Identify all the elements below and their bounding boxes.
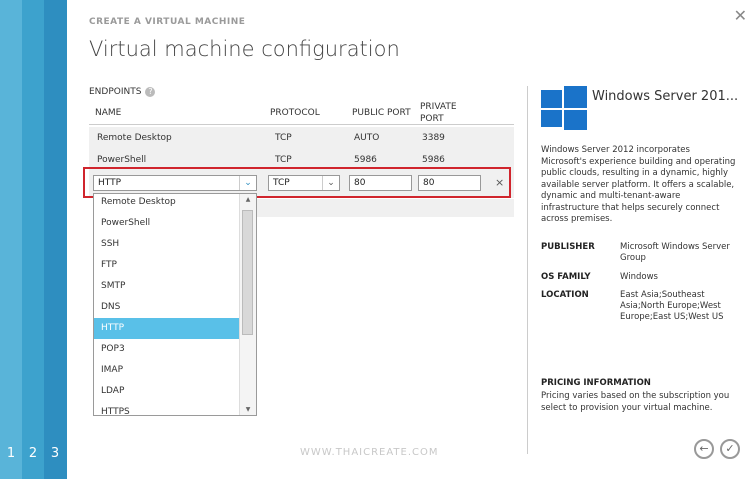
scroll-down-icon[interactable]: ▼ xyxy=(240,406,256,413)
header-divider xyxy=(89,124,514,125)
step-2[interactable]: 2 xyxy=(22,446,44,461)
col-protocol: PROTOCOL xyxy=(270,108,320,118)
back-button[interactable]: ← xyxy=(694,439,714,459)
endpoints-label: ENDPOINTS xyxy=(89,87,142,97)
dropdown-option[interactable]: DNS xyxy=(94,297,240,318)
step-stripe-2 xyxy=(22,0,44,479)
dropdown-option[interactable]: Remote Desktop xyxy=(94,194,240,213)
windows-logo-icon xyxy=(541,86,587,130)
pricing-text: Pricing varies based on the subscription… xyxy=(541,391,730,413)
endpoints-heading: ENDPOINTS? xyxy=(89,87,156,97)
close-icon[interactable]: ✕ xyxy=(734,6,747,25)
watermark: WWW.THAICREATE.COM xyxy=(300,447,439,458)
wizard-steps: 1 2 3 xyxy=(0,0,67,479)
row-private-port: 5986 xyxy=(422,155,445,165)
row-public-port: 5986 xyxy=(354,155,377,165)
dropdown-option[interactable]: FTP xyxy=(94,255,240,276)
endpoint-dropdown-list[interactable]: Remote Desktop PowerShell SSH FTP SMTP D… xyxy=(93,193,257,416)
os-family-label: OS FAMILY xyxy=(541,272,591,282)
col-name: NAME xyxy=(95,108,122,118)
col-public-port: PUBLIC PORT xyxy=(352,108,411,118)
step-stripe-1 xyxy=(0,0,22,479)
wizard-label: CREATE A VIRTUAL MACHINE xyxy=(89,17,246,27)
publisher-value: Microsoft Windows Server Group xyxy=(620,242,730,263)
location-value: East Asia;Southeast Asia;North Europe;We… xyxy=(620,290,724,322)
row-private-port: 3389 xyxy=(422,133,445,143)
dropdown-option[interactable]: PowerShell xyxy=(94,213,240,234)
row-protocol: TCP xyxy=(275,133,292,143)
col-private-port-line1: PRIVATE xyxy=(420,102,457,112)
step-1[interactable]: 1 xyxy=(0,446,22,461)
location-label: LOCATION xyxy=(541,290,589,300)
row-name: PowerShell xyxy=(97,155,147,165)
table-row: Remote Desktop TCP AUTO 3389 xyxy=(89,127,514,149)
os-family-value: Windows xyxy=(620,272,658,282)
dropdown-option[interactable]: IMAP xyxy=(94,360,240,381)
scroll-up-icon[interactable]: ▲ xyxy=(240,196,256,203)
row-background xyxy=(257,199,514,217)
dropdown-scrollbar[interactable]: ▲ ▼ xyxy=(239,194,256,415)
row-name: Remote Desktop xyxy=(97,133,172,143)
panel-divider xyxy=(527,86,528,454)
row-protocol: TCP xyxy=(275,155,292,165)
dropdown-option[interactable]: POP3 xyxy=(94,339,240,360)
dropdown-option[interactable]: LDAP xyxy=(94,381,240,402)
dropdown-option[interactable]: SMTP xyxy=(94,276,240,297)
os-title: Windows Server 201... xyxy=(592,89,739,104)
os-description: Windows Server 2012 incorporates Microso… xyxy=(541,145,736,224)
page-title: Virtual machine configuration xyxy=(89,37,400,61)
step-stripe-3 xyxy=(44,0,67,479)
dropdown-option[interactable]: HTTPS xyxy=(94,402,240,415)
finish-button[interactable]: ✓ xyxy=(720,439,740,459)
step-3[interactable]: 3 xyxy=(44,446,66,461)
dropdown-option[interactable]: SSH xyxy=(94,234,240,255)
scrollbar-thumb[interactable] xyxy=(242,210,253,335)
col-private-port-line2: PORT xyxy=(420,114,444,124)
pricing-heading: PRICING INFORMATION xyxy=(541,378,651,388)
help-icon[interactable]: ? xyxy=(145,87,156,97)
row-public-port: AUTO xyxy=(354,133,380,143)
publisher-label: PUBLISHER xyxy=(541,242,595,252)
dropdown-option-selected[interactable]: HTTP xyxy=(94,318,240,339)
